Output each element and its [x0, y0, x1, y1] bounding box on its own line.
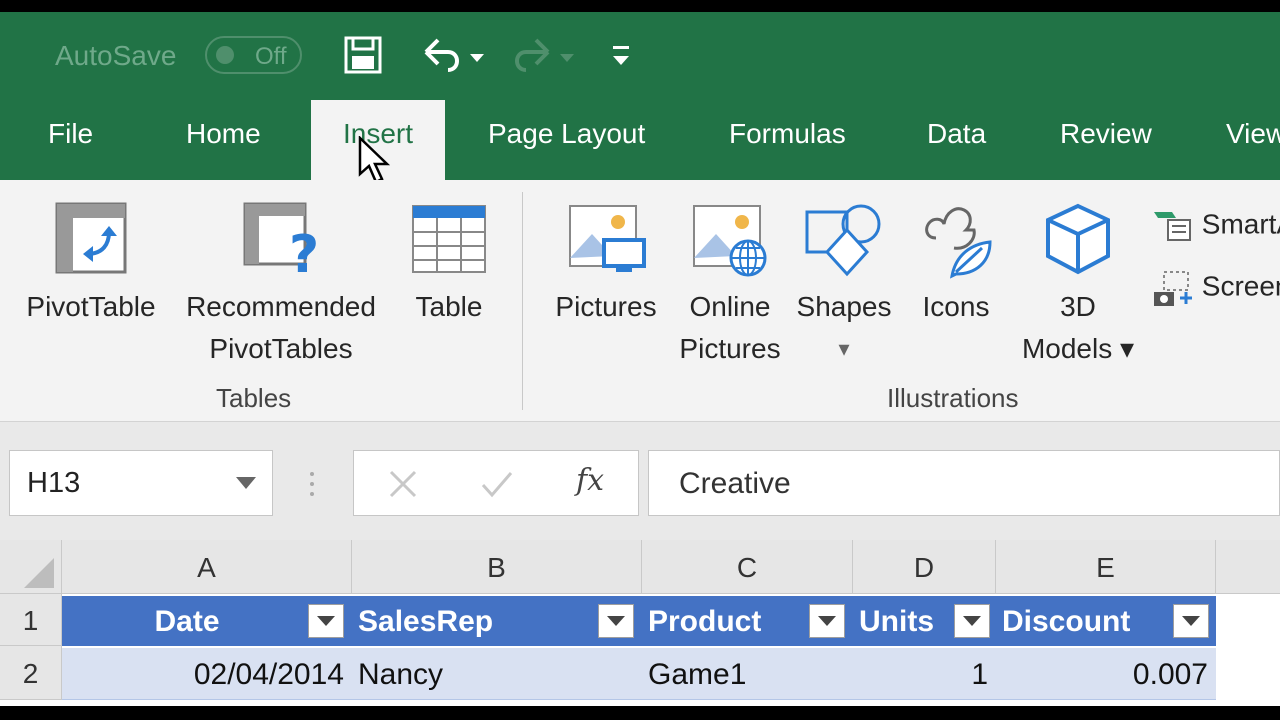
screenshot-icon [1154, 271, 1192, 306]
undo-icon[interactable] [418, 34, 488, 81]
pivottable-icon [55, 202, 127, 274]
shapes-dropdown-icon: ▾ [838, 336, 850, 361]
name-box-value: H13 [27, 467, 81, 499]
online-pictures-label-2: Pictures [679, 333, 781, 364]
icons-button[interactable]: Icons [914, 200, 998, 328]
3d-models-label-2: Models ▾ [1021, 333, 1135, 364]
column-header-b[interactable]: B [352, 540, 642, 594]
tab-page-layout[interactable]: Page Layout [488, 118, 645, 150]
redo-icon[interactable] [508, 34, 578, 81]
screenshot-label: Screenshot [1201, 270, 1280, 302]
3d-models-button[interactable]: 3D Models ▾ [1014, 200, 1142, 370]
drag-handle-icon [310, 472, 314, 496]
column-header-f[interactable] [1216, 540, 1280, 594]
screenshot-button[interactable]: Screenshot [1150, 268, 1280, 308]
pictures-label: Pictures [555, 291, 657, 322]
formula-bar: H13 fx Creative [0, 432, 1280, 520]
name-box[interactable]: H13 [9, 450, 273, 516]
smartart-icon [1154, 212, 1191, 241]
tab-file[interactable]: File [48, 118, 93, 150]
header-product: Product [648, 605, 762, 638]
formula-buttons: fx [353, 450, 639, 516]
online-pictures-button[interactable]: Online Pictures [672, 200, 788, 370]
smartart-button[interactable]: SmartArt [1150, 208, 1280, 244]
title-bar: AutoSave Off [0, 12, 1280, 100]
formula-content: Creative [679, 467, 791, 500]
ribbon-panel: PivotTable ? Recommended PivotTables Tab… [0, 180, 1280, 422]
recommended-label-1: Recommended [186, 291, 376, 322]
column-header-a[interactable]: A [62, 540, 352, 594]
shapes-label: Shapes [796, 291, 892, 322]
3d-models-label-1: 3D [1060, 291, 1096, 322]
filter-button[interactable] [809, 604, 845, 638]
recommended-pivottables-icon: ? [243, 202, 319, 276]
filter-button[interactable] [954, 604, 990, 638]
tab-review[interactable]: Review [1060, 118, 1152, 150]
insert-function-icon[interactable]: fx [576, 463, 604, 498]
tab-formulas[interactable]: Formulas [729, 118, 846, 150]
table-cell[interactable]: 1 [853, 648, 996, 700]
online-pictures-icon [693, 205, 767, 277]
table-cell[interactable]: 02/04/2014 [62, 648, 352, 700]
table-label: Table [415, 291, 483, 322]
toggle-knob [216, 46, 234, 64]
excel-window: AutoSave Off File Home Insert Page Layou… [0, 12, 1280, 706]
enter-icon[interactable] [480, 469, 514, 499]
ribbon-tabs: File Home Insert Page Layout Formulas Da… [0, 100, 1280, 180]
illustrations-group-label: Illustrations [887, 383, 1019, 413]
autosave-label: AutoSave [55, 40, 177, 71]
header-units: Units [859, 605, 934, 638]
column-header-d[interactable]: D [853, 540, 996, 594]
pivottable-label: PivotTable [26, 291, 156, 322]
table-button[interactable]: Table [404, 200, 494, 328]
table-cell[interactable]: 0.007 [996, 648, 1216, 700]
cancel-icon[interactable] [388, 469, 418, 499]
pictures-button[interactable]: Pictures [550, 200, 662, 328]
worksheet-grid: A B C D E 1 2 Date SalesRep Product Unit… [0, 540, 1280, 706]
pivottable-button[interactable]: PivotTable [20, 200, 162, 328]
chevron-down-icon [236, 477, 256, 489]
row-header-1[interactable]: 1 [0, 594, 62, 646]
tab-view[interactable]: View [1226, 118, 1280, 150]
recommended-label-2: PivotTables [209, 333, 353, 364]
autosave-state: Off [255, 43, 287, 70]
icons-icon [925, 207, 992, 279]
icons-label: Icons [922, 291, 990, 322]
filter-button[interactable] [598, 604, 634, 638]
filter-button[interactable] [308, 604, 344, 638]
shapes-button[interactable]: Shapes ▾ [794, 200, 894, 370]
online-pictures-label-1: Online [689, 291, 771, 322]
header-date: Date [154, 605, 220, 638]
row-header-2[interactable]: 2 [0, 646, 62, 700]
svg-text:?: ? [289, 225, 319, 276]
customize-icon[interactable] [610, 34, 632, 81]
group-separator [522, 192, 523, 410]
table-cell[interactable]: Game1 [642, 648, 853, 700]
autosave-toggle[interactable]: Off [205, 36, 302, 74]
tab-home[interactable]: Home [186, 118, 261, 150]
pictures-icon [569, 205, 646, 272]
shapes-icon [805, 204, 881, 277]
header-salesrep: SalesRep [358, 605, 494, 638]
table-icon [412, 205, 486, 273]
smartart-label: SmartArt [1201, 208, 1280, 240]
cube-icon [1046, 203, 1110, 275]
column-header-c[interactable]: C [642, 540, 853, 594]
header-discount: Discount [1002, 605, 1131, 638]
tables-group-label: Tables [216, 383, 292, 413]
recommended-pivottables-button[interactable]: ? Recommended PivotTables [176, 200, 386, 370]
select-all-corner[interactable] [0, 540, 62, 594]
table-cell[interactable]: Nancy [352, 648, 642, 700]
tab-data[interactable]: Data [927, 118, 986, 150]
filter-button[interactable] [1173, 604, 1209, 638]
formula-input[interactable]: Creative [648, 450, 1280, 516]
save-icon[interactable] [342, 34, 384, 81]
column-header-e[interactable]: E [996, 540, 1216, 594]
